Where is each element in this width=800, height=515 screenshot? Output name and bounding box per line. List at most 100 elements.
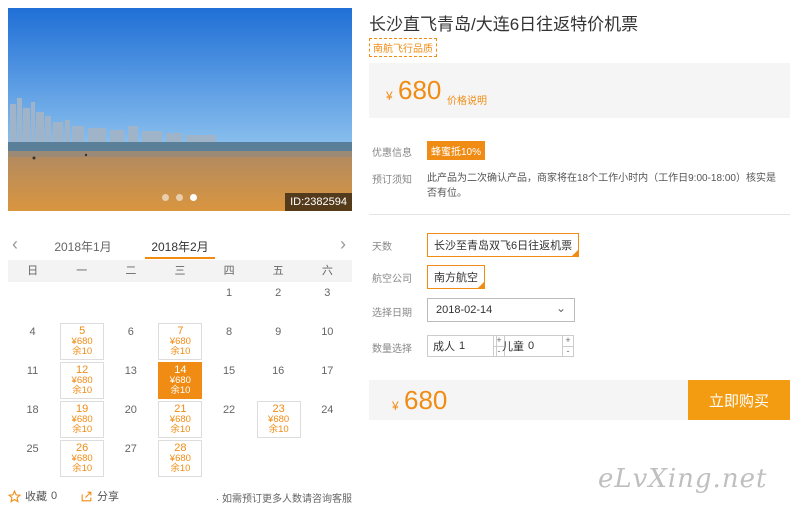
airline-option-label: 南方航空 bbox=[434, 272, 478, 284]
calendar-day-number: 11 bbox=[26, 365, 39, 377]
calendar-day-number: 13 bbox=[124, 365, 137, 377]
date-select[interactable]: 2018-02-14 ⌄ bbox=[427, 298, 575, 322]
calendar-day-number: 16 bbox=[272, 365, 285, 377]
calendar-day[interactable]: 14 ¥680 余10 bbox=[155, 362, 204, 401]
price-note-link[interactable]: 价格说明 bbox=[447, 92, 487, 107]
calendar-day-box[interactable]: 26 ¥680 余10 bbox=[60, 440, 105, 477]
calendar-day-box[interactable]: 7 ¥680 余10 bbox=[158, 323, 203, 360]
tab-current-month[interactable]: 2018年2月 bbox=[145, 238, 215, 255]
adult-stepper[interactable]: 成人 1 + - bbox=[427, 335, 505, 357]
product-photo[interactable]: ID:2382594 bbox=[8, 8, 352, 211]
calendar-day[interactable]: 12 ¥680 余10 bbox=[57, 362, 106, 401]
adult-label: 成人 bbox=[433, 341, 455, 353]
calendar-day-remaining: 余10 bbox=[170, 346, 191, 357]
price-value: 680 bbox=[398, 75, 442, 105]
chevron-left-icon[interactable]: ‹ bbox=[12, 234, 18, 254]
calendar-empty-cell bbox=[106, 284, 155, 323]
calendar-day-remaining: 余10 bbox=[170, 385, 191, 396]
child-stepper[interactable]: 儿童 0 + - bbox=[496, 335, 574, 357]
calendar-day-number: 4 bbox=[29, 326, 36, 338]
calendar-week-row: 4 5 ¥680 余10 6 7 ¥680 余10 8 9 10 bbox=[8, 323, 352, 362]
weekday-header: 日 一 二 三 四 五 六 bbox=[8, 260, 352, 282]
promo-label: 优惠信息 bbox=[372, 148, 412, 159]
calendar-day: 11 bbox=[8, 362, 57, 401]
calendar-day-number: 27 bbox=[124, 443, 137, 455]
calendar-day-number: 17 bbox=[321, 365, 334, 377]
calendar-day: 27 bbox=[106, 440, 155, 479]
calendar-day-selected-box[interactable]: 14 ¥680 余10 bbox=[158, 362, 203, 399]
days-label: 天数 bbox=[372, 242, 392, 253]
calendar-day[interactable]: 26 ¥680 余10 bbox=[57, 440, 106, 479]
calendar-day-number: 22 bbox=[222, 404, 236, 416]
calendar-day-remaining: 余10 bbox=[72, 424, 93, 435]
share-button[interactable]: 分享 bbox=[80, 488, 119, 504]
product-title: 长沙直飞青岛/大连6日往返特价机票 bbox=[369, 15, 639, 34]
total-price: 680 bbox=[404, 385, 448, 415]
calendar-day-box[interactable]: 19 ¥680 余10 bbox=[60, 401, 105, 438]
selected-corner-icon bbox=[478, 282, 484, 288]
bottom-actions: 收藏 0 分享 · 如需预订更多人数请咨询客服 bbox=[8, 488, 358, 506]
calendar-day: 25 bbox=[8, 440, 57, 479]
date-value: 2018-02-14 bbox=[436, 304, 493, 316]
buy-now-button[interactable]: 立即购买 bbox=[688, 380, 790, 420]
child-value[interactable]: 0 bbox=[528, 340, 562, 352]
calendar-day: 15 bbox=[205, 362, 254, 401]
consult-text[interactable]: · 如需预订更多人数请咨询客服 bbox=[216, 490, 352, 505]
calendar-day[interactable]: 7 ¥680 余10 bbox=[155, 323, 204, 362]
weekday-label: 四 bbox=[223, 265, 235, 277]
adult-value[interactable]: 1 bbox=[459, 340, 493, 352]
carousel-dot[interactable] bbox=[162, 194, 169, 201]
weekday-label: 五 bbox=[272, 265, 284, 277]
share-label: 分享 bbox=[97, 491, 119, 503]
quantity-label: 数量选择 bbox=[372, 344, 412, 355]
weekday-label: 二 bbox=[125, 265, 137, 277]
airline-option[interactable]: 南方航空 bbox=[427, 265, 485, 289]
child-increment-button[interactable]: + bbox=[563, 336, 573, 346]
calendar-day-number: 1 bbox=[226, 287, 233, 299]
weekday-label: 六 bbox=[321, 265, 333, 277]
favorite-button[interactable]: 收藏 0 bbox=[8, 488, 57, 504]
weekday-label: 三 bbox=[174, 265, 186, 277]
share-icon bbox=[81, 491, 92, 501]
calendar-day-box[interactable]: 12 ¥680 余10 bbox=[60, 362, 105, 399]
calendar-day[interactable]: 5 ¥680 余10 bbox=[57, 323, 106, 362]
calendar-week-row: 11 12 ¥680 余10 13 14 ¥680 余10 15 16 17 bbox=[8, 362, 352, 401]
carousel-dots bbox=[162, 194, 197, 201]
carousel-dot[interactable] bbox=[176, 194, 183, 201]
chevron-right-icon[interactable]: › bbox=[340, 234, 346, 254]
child-decrement-button[interactable]: - bbox=[563, 346, 573, 356]
calendar-day-number: 10 bbox=[321, 326, 334, 338]
days-option[interactable]: 长沙至青岛双飞6日往返机票 bbox=[427, 233, 580, 257]
selected-corner-icon bbox=[572, 250, 579, 256]
calendar-day-box[interactable]: 23 ¥680 余10 bbox=[256, 401, 301, 438]
calendar-day-number: 18 bbox=[26, 404, 39, 416]
calendar-day: 16 bbox=[254, 362, 303, 401]
calendar-day-number: 25 bbox=[26, 443, 39, 455]
calendar-day: 18 bbox=[8, 401, 57, 440]
calendar-day: 6 bbox=[106, 323, 155, 362]
chevron-down-icon: ⌄ bbox=[555, 301, 566, 315]
month-switcher: ‹ 2018年1月 2018年2月 › bbox=[8, 232, 352, 260]
calendar-day: 9 bbox=[254, 323, 303, 362]
calendar-day-box[interactable]: 5 ¥680 余10 bbox=[60, 323, 105, 360]
calendar-empty-cell bbox=[254, 440, 303, 479]
calendar-day-box[interactable]: 21 ¥680 余10 bbox=[158, 401, 203, 438]
days-option-label: 长沙至青岛双飞6日往返机票 bbox=[434, 240, 573, 252]
calendar-day: 4 bbox=[8, 323, 57, 362]
calendar-day[interactable]: 28 ¥680 余10 bbox=[155, 440, 204, 479]
calendar-day[interactable]: 23 ¥680 余10 bbox=[254, 401, 303, 440]
calendar-day-number: 9 bbox=[275, 326, 282, 338]
carousel-dot-active[interactable] bbox=[190, 194, 197, 201]
calendar-week-row: 25 26 ¥680 余10 27 28 ¥680 余10 bbox=[8, 440, 352, 479]
calendar-day-number: 24 bbox=[321, 404, 334, 416]
buy-bar: ¥ 680 立即购买 bbox=[369, 380, 790, 420]
calendar-day: 20 bbox=[106, 401, 155, 440]
tab-prev-month[interactable]: 2018年1月 bbox=[48, 238, 118, 255]
calendar-day: 17 bbox=[303, 362, 352, 401]
weekday-label: 一 bbox=[76, 265, 88, 277]
calendar-day-box[interactable]: 28 ¥680 余10 bbox=[158, 440, 203, 477]
calendar-day[interactable]: 21 ¥680 余10 bbox=[155, 401, 204, 440]
calendar-day[interactable]: 19 ¥680 余10 bbox=[57, 401, 106, 440]
notice-text: 此产品为二次确认产品，商家将在18个工作小时内（工作日9:00-18:00）核实… bbox=[427, 173, 776, 199]
calendar-day: 13 bbox=[106, 362, 155, 401]
